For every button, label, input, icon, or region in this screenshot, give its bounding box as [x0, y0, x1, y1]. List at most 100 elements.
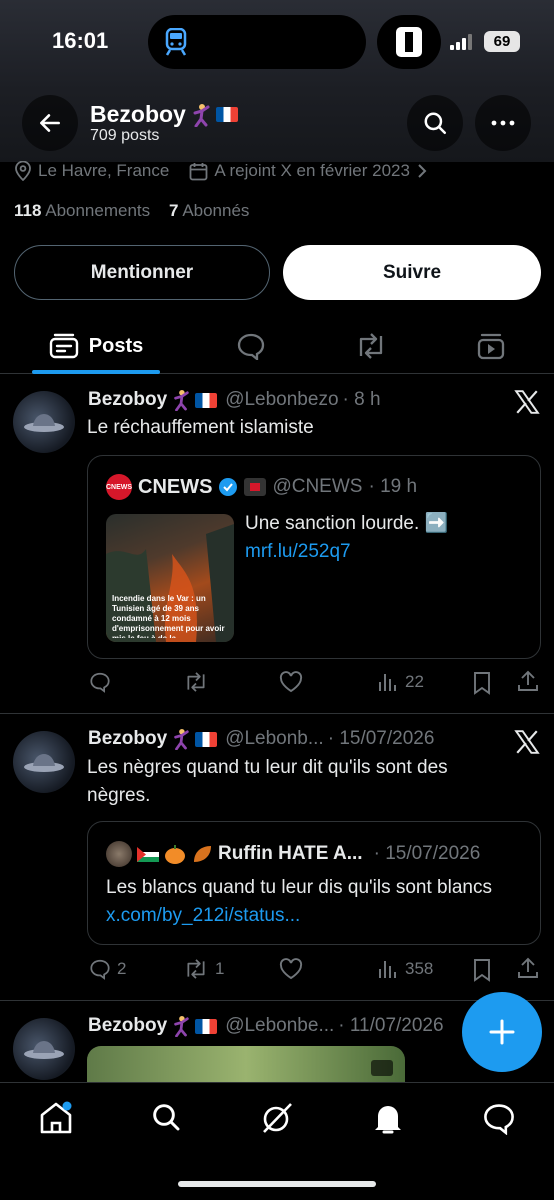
posts-count: 709 posts [90, 127, 160, 144]
bookmark-icon[interactable] [471, 671, 493, 695]
home-icon [40, 1101, 72, 1134]
avatar[interactable] [13, 1018, 75, 1080]
follow-button[interactable]: Suivre [283, 245, 541, 300]
reply-icon [237, 333, 265, 360]
mention-button[interactable]: Mentionner [14, 245, 270, 300]
bell-icon [375, 1106, 401, 1134]
repost-icon [359, 333, 383, 359]
tweet-author-name[interactable]: Bezoboy [88, 389, 167, 411]
profile-location: Le Havre, France [38, 161, 170, 180]
followers-link[interactable]: 7 Abonnés [169, 201, 249, 220]
nav-home[interactable] [38, 1101, 74, 1135]
france-flag-icon [195, 731, 218, 747]
repost-action[interactable]: 1 [183, 958, 224, 980]
quote-thumbnail[interactable]: Incendie dans le Var : un Tunisien âgé d… [106, 514, 234, 642]
quoted-tweet[interactable]: CNEWS CNEWS @CNEWS · 19 h Incendie dans … [87, 455, 541, 659]
views-count: 358 [405, 959, 434, 978]
header-name-row: Bezoboy [90, 101, 238, 128]
cnews-avatar-text: CNEWS [105, 483, 133, 491]
tweet-handle: @Lebonbe... [225, 1015, 335, 1036]
reply-count: 2 [117, 959, 127, 978]
back-button[interactable] [22, 95, 78, 151]
divider [0, 1000, 554, 1001]
reply-action[interactable] [89, 671, 111, 693]
tab-media[interactable] [460, 318, 522, 374]
dancer-emoji-icon [174, 390, 189, 411]
views-action[interactable]: 358 [377, 958, 433, 980]
nav-messages[interactable] [482, 1101, 516, 1135]
views-chart-icon [379, 961, 396, 978]
quote-link[interactable]: mrf.lu/252q7 [245, 538, 351, 566]
dynamic-island [148, 15, 366, 69]
tweet-author-name[interactable]: Bezoboy [88, 1015, 167, 1037]
plus-icon [489, 1019, 515, 1045]
share-icon[interactable] [516, 669, 540, 693]
tweet-time: · 15/07/2026 [327, 728, 435, 749]
profile-tabs: Posts [0, 318, 554, 374]
tweet-handle: @Lebonbezo [225, 389, 339, 410]
nav-notifications[interactable] [372, 1101, 404, 1135]
x-logo-icon [514, 730, 540, 754]
location-icon [15, 161, 31, 181]
heart-icon [279, 958, 303, 980]
quote-header: Ruffin HATE A... · 15/07/2026 [106, 841, 480, 867]
repost-icon [187, 672, 205, 692]
posts-icon [49, 333, 78, 359]
quote-avatar [106, 841, 132, 867]
tab-posts-label: Posts [88, 334, 144, 357]
following-link[interactable]: 118 Abonnements [14, 201, 150, 220]
tab-replies[interactable] [220, 318, 282, 374]
tweet-media[interactable] [87, 1046, 405, 1082]
reply-action[interactable]: 2 [89, 958, 126, 980]
ufo-avatar-icon [24, 754, 64, 772]
more-options-button[interactable] [475, 95, 531, 151]
nav-search[interactable] [150, 1101, 182, 1133]
chevron-right-icon[interactable] [416, 163, 428, 179]
avatar[interactable] [13, 391, 75, 453]
tweet-text: Les nègres quand tu leur dit qu'ils sont… [87, 757, 448, 806]
share-icon[interactable] [516, 956, 540, 980]
battery-level: 69 [484, 31, 520, 52]
tweet-header: Bezoboy @Lebonbezo · 8 h [88, 389, 381, 411]
quote-handle: @CNEWS [272, 476, 363, 497]
search-button[interactable] [407, 95, 463, 151]
messages-icon [484, 1104, 514, 1135]
ufo-avatar-icon [24, 414, 64, 432]
views-action[interactable]: 22 [377, 671, 424, 693]
nav-grok[interactable] [260, 1101, 294, 1135]
tab-reposts[interactable] [340, 318, 402, 374]
france-flag-icon [215, 107, 238, 122]
cnews-avatar: CNEWS [106, 474, 132, 500]
calendar-icon [189, 162, 208, 180]
tweet-author-name[interactable]: Bezoboy [88, 728, 167, 750]
repost-action[interactable] [183, 671, 209, 693]
arrow-left-icon [40, 114, 60, 132]
quote-link[interactable]: x.com/by_212i/status... [106, 905, 300, 926]
status-time: 16:01 [52, 28, 109, 53]
tweet-header: Bezoboy @Lebonb... · 15/07/2026 [88, 728, 434, 750]
quoted-tweet[interactable]: Ruffin HATE A... · 15/07/2026 Les blancs… [87, 821, 541, 945]
tab-posts[interactable]: Posts [32, 318, 160, 374]
active-tab-indicator [32, 370, 160, 374]
search-icon [153, 1104, 180, 1131]
compose-button[interactable] [462, 992, 542, 1072]
avatar[interactable] [13, 731, 75, 793]
bookmark-icon[interactable] [471, 958, 493, 982]
like-action[interactable] [279, 671, 303, 693]
quote-author-name: Ruffin HATE A... [218, 843, 363, 864]
follow-stats: 118 Abonnements 7 Abonnés [14, 201, 249, 221]
following-count: 118 [14, 201, 42, 220]
quote-time: · 15/07/2026 [373, 843, 481, 864]
dancer-emoji-icon [174, 1016, 189, 1037]
tweet-header: Bezoboy @Lebonbe... · 11/07/2026 [88, 1015, 444, 1037]
cc-icon [371, 1060, 393, 1076]
quote-text: Les blancs quand tu leur dis qu'ils sont… [106, 877, 492, 898]
reply-icon [90, 672, 110, 693]
repost-icon [187, 959, 205, 979]
app-icon [396, 27, 422, 57]
france-flag-icon [195, 1018, 218, 1034]
like-action[interactable] [279, 958, 303, 980]
repost-count: 1 [215, 959, 225, 978]
search-icon [424, 112, 446, 134]
quote-time: · 19 h [368, 476, 418, 497]
